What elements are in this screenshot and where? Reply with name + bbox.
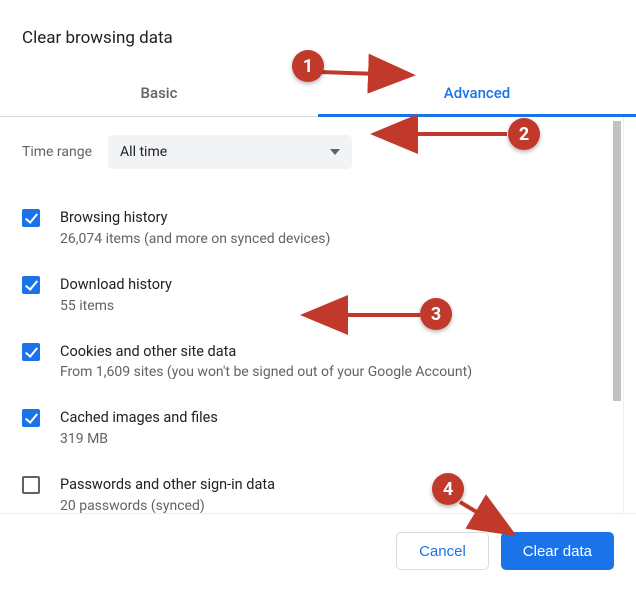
scrollbar-thumb[interactable] bbox=[613, 121, 621, 401]
item-subtitle: 55 items bbox=[60, 296, 601, 317]
item-subtitle: 319 MB bbox=[60, 429, 601, 450]
dialog-footer: Cancel Clear data bbox=[0, 513, 636, 588]
item-title: Browsing history bbox=[60, 207, 601, 229]
tab-basic[interactable]: Basic bbox=[0, 70, 318, 116]
item-subtitle: 20 passwords (synced) bbox=[60, 496, 601, 513]
checkbox-passwords[interactable] bbox=[22, 476, 40, 494]
checkbox-cached-images[interactable] bbox=[22, 409, 40, 427]
list-item: Download history 55 items bbox=[0, 262, 623, 329]
tab-advanced[interactable]: Advanced bbox=[318, 70, 636, 116]
checkbox-download-history[interactable] bbox=[22, 276, 40, 294]
scrollbar[interactable] bbox=[608, 117, 623, 513]
clear-browsing-data-dialog: Clear browsing data Basic Advanced Time … bbox=[0, 0, 636, 588]
item-title: Cookies and other site data bbox=[60, 341, 601, 363]
tabs: Basic Advanced bbox=[0, 70, 636, 117]
item-subtitle: 26,074 items (and more on synced devices… bbox=[60, 229, 601, 250]
chevron-down-icon bbox=[330, 149, 340, 155]
timerange-row: Time range All time bbox=[0, 117, 623, 187]
item-subtitle: From 1,609 sites (you won't be signed ou… bbox=[60, 362, 601, 383]
item-title: Passwords and other sign-in data bbox=[60, 474, 601, 496]
checkbox-browsing-history[interactable] bbox=[22, 209, 40, 227]
checkbox-cookies[interactable] bbox=[22, 343, 40, 361]
item-title: Download history bbox=[60, 274, 601, 296]
timerange-select[interactable]: All time bbox=[108, 135, 352, 169]
cancel-button[interactable]: Cancel bbox=[396, 532, 489, 570]
timerange-value: All time bbox=[120, 144, 167, 160]
list-item: Cookies and other site data From 1,609 s… bbox=[0, 329, 623, 396]
clear-data-button[interactable]: Clear data bbox=[501, 532, 614, 570]
dialog-title: Clear browsing data bbox=[0, 0, 636, 48]
item-title: Cached images and files bbox=[60, 407, 601, 429]
list-item: Cached images and files 319 MB bbox=[0, 395, 623, 462]
list-item: Browsing history 26,074 items (and more … bbox=[0, 195, 623, 262]
timerange-label: Time range bbox=[22, 144, 92, 160]
list-item: Passwords and other sign-in data 20 pass… bbox=[0, 462, 623, 513]
checklist: Browsing history 26,074 items (and more … bbox=[0, 187, 623, 513]
content-scroll: Time range All time Browsing history 26,… bbox=[0, 117, 624, 513]
